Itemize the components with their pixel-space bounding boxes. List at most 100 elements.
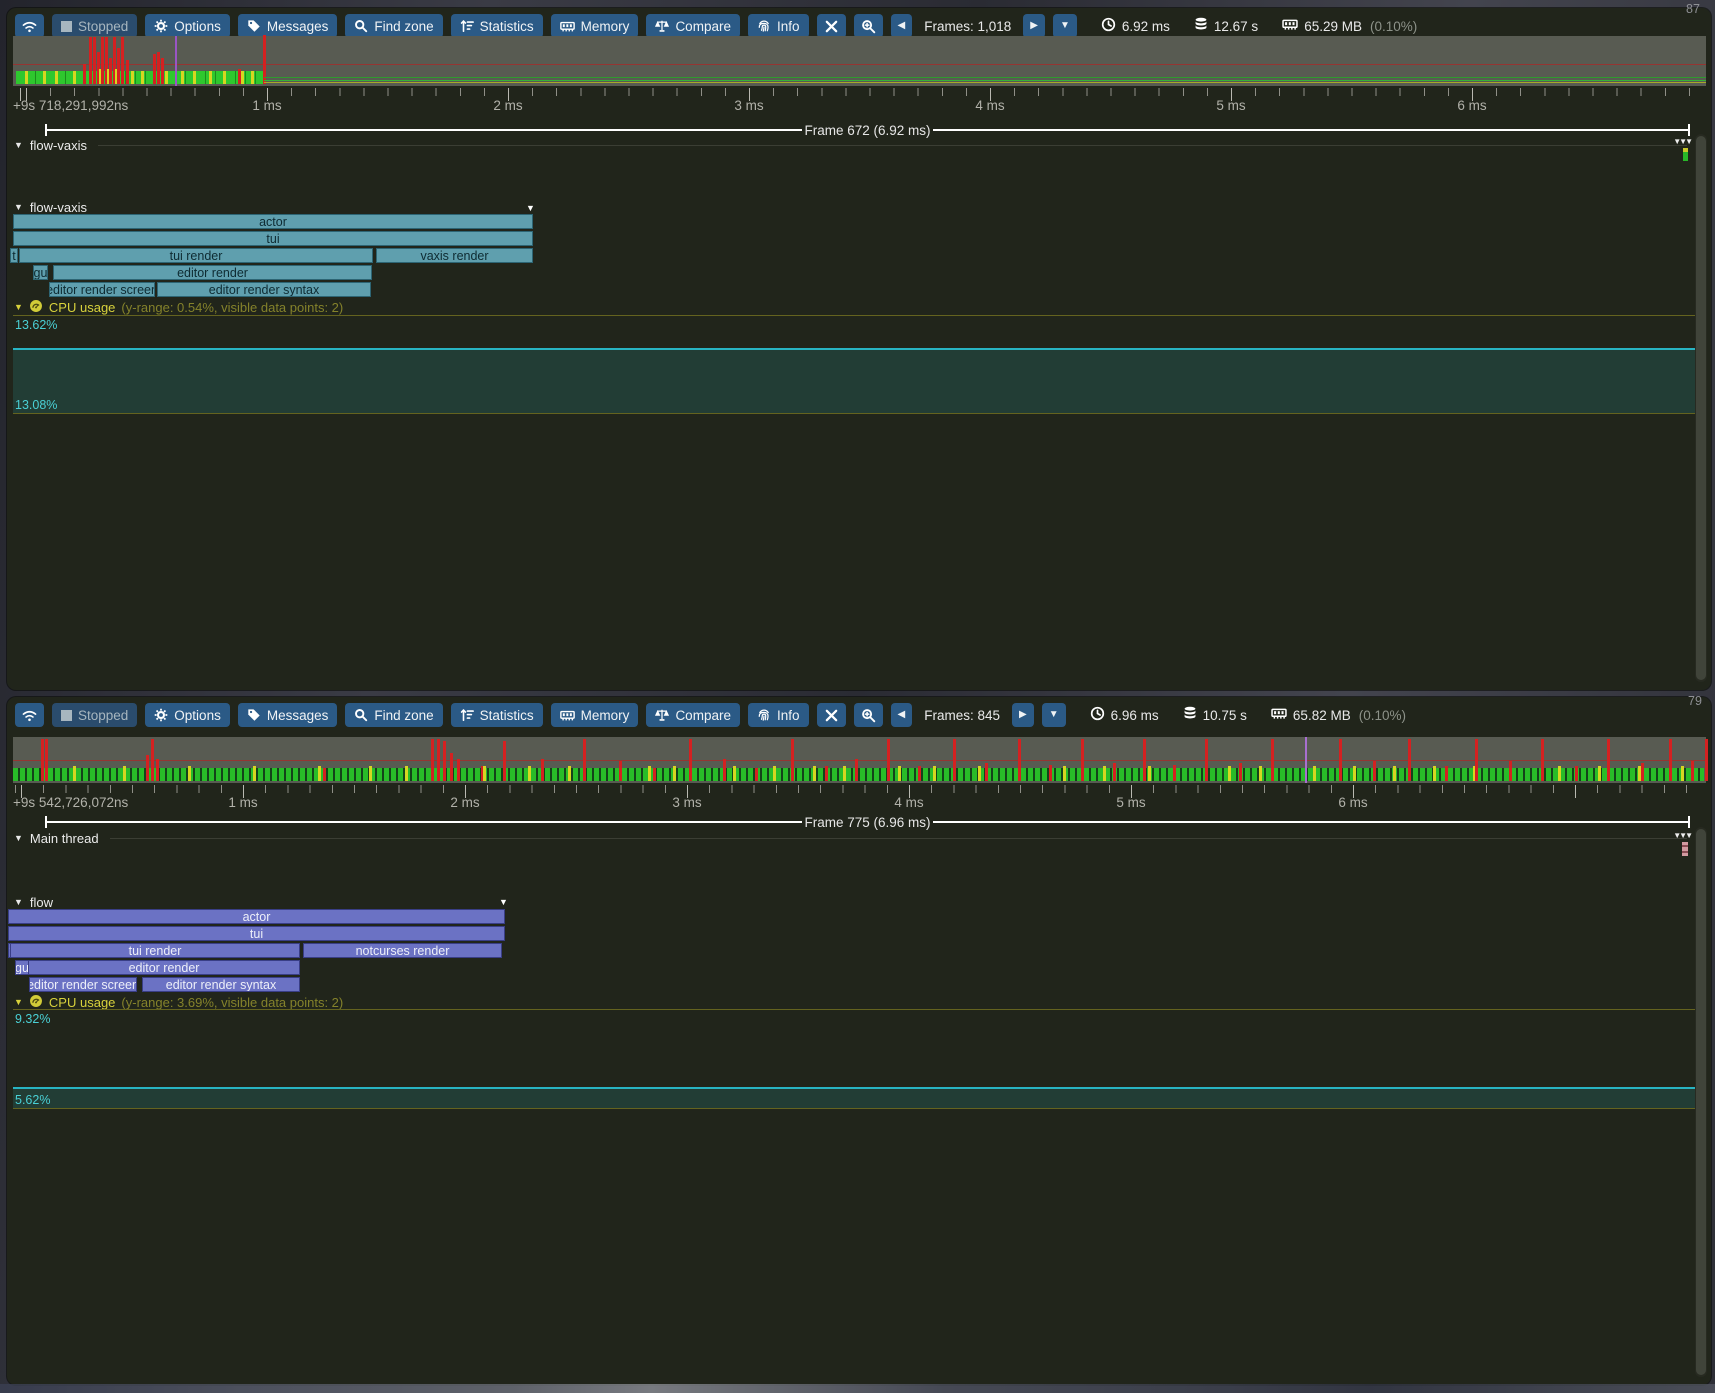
zone-actor[interactable]: actor	[13, 214, 533, 229]
zone-vaxis-render[interactable]: vaxis render	[376, 248, 533, 263]
stop-icon	[61, 21, 72, 32]
zone-gu[interactable]: gu	[15, 960, 29, 975]
cpu-usage-header[interactable]: ▼ CPU usage (y-range: 0.54%, visible dat…	[14, 300, 343, 314]
memory-button[interactable]: Memory	[551, 14, 639, 38]
cpu-bottom-line	[13, 413, 1706, 414]
memory-icon	[560, 709, 575, 722]
zone-t[interactable]: t	[10, 248, 18, 263]
zone-tui-render[interactable]: tui render	[19, 248, 373, 263]
tick-label: 6 ms	[1457, 98, 1486, 113]
cpu-area-fill	[13, 1088, 1706, 1108]
tick-label: 5 ms	[1216, 98, 1245, 113]
toolbar: Stopped Options Messages Find zone Stati…	[15, 702, 1703, 728]
ram-icon	[1282, 18, 1298, 34]
frame-dropdown-button[interactable]: ▼	[1053, 14, 1077, 38]
find-zone-button[interactable]: Find zone	[345, 703, 442, 727]
memory-usage-stat: 65.82 MB(0.10%)	[1271, 707, 1406, 723]
cpu-usage-header[interactable]: ▼ CPU usage (y-range: 3.69%, visible dat…	[14, 995, 343, 1009]
zone-editor-render-screen[interactable]: editor render screen	[29, 977, 137, 992]
zone-tui[interactable]: tui	[8, 926, 505, 941]
cpu-icon	[29, 299, 43, 316]
zone-tui[interactable]: tui	[13, 231, 533, 246]
info-button[interactable]: Info	[748, 14, 809, 38]
info-button[interactable]: Info	[748, 703, 809, 727]
vertical-scrollbar[interactable]	[1695, 134, 1707, 682]
memory-label: Memory	[581, 19, 630, 34]
time-axis[interactable]: +9s 542,726,072ns 1 ms 2 ms 3 ms 4 ms 5 …	[13, 785, 1706, 811]
fps-counter-bottom: 79	[1688, 694, 1702, 708]
offscreen-zones-marker[interactable]: ▼▼▼	[1673, 833, 1691, 856]
frame-time-graph[interactable]	[13, 36, 1706, 86]
zoom-in-button[interactable]	[854, 14, 883, 38]
thread-header-main-thread[interactable]: ▼ Main thread	[14, 831, 1687, 845]
zone-editor-render-syntax[interactable]: editor render syntax	[142, 977, 300, 992]
compare-button[interactable]: Compare	[646, 14, 740, 38]
scrollbar-thumb[interactable]	[1696, 829, 1706, 1375]
scrollbar-thumb[interactable]	[1696, 136, 1706, 680]
options-label: Options	[174, 708, 221, 723]
prev-frame-button[interactable]: ◀	[891, 703, 913, 727]
find-zone-label: Find zone	[374, 19, 433, 34]
cpu-min-value: 13.08%	[15, 398, 57, 412]
database-icon	[1183, 706, 1197, 724]
next-frame-button[interactable]: ▶	[1012, 703, 1034, 727]
offscreen-zones-marker[interactable]: ▼▼▼	[1673, 139, 1691, 161]
sort-up-icon	[460, 708, 474, 722]
thread-rule	[110, 838, 1687, 839]
fingerprint-icon	[757, 19, 771, 33]
frame-dropdown-button[interactable]: ▼	[1042, 703, 1066, 727]
cpu-usage-line	[13, 1087, 1706, 1089]
messages-button[interactable]: Messages	[238, 14, 338, 38]
zone-gu[interactable]: gu	[33, 265, 48, 280]
zone-editor-render-screen[interactable]: editor render screen	[49, 282, 155, 297]
stop-button[interactable]: Stopped	[52, 14, 137, 38]
zone-end-marker-icon: ▼	[526, 204, 535, 213]
stop-label: Stopped	[78, 708, 128, 723]
fps-counter-top: 87	[1686, 2, 1700, 16]
time-axis[interactable]: +9s 718,291,992ns 1 ms 2 ms 3 ms 4 ms 5 …	[13, 88, 1706, 114]
thread-header-flow-vaxis-2[interactable]: ▼ flow-vaxis	[14, 200, 1687, 214]
options-button[interactable]: Options	[145, 14, 230, 38]
compare-button[interactable]: Compare	[646, 703, 740, 727]
tag-icon	[247, 708, 261, 722]
zone-tui-render[interactable]: tui render	[10, 943, 300, 958]
collapse-triangle-icon: ▼	[14, 997, 23, 1007]
connection-button[interactable]	[15, 703, 44, 727]
statistics-button[interactable]: Statistics	[451, 703, 543, 727]
frame-time-graph[interactable]	[13, 737, 1706, 783]
statistics-button[interactable]: Statistics	[451, 14, 543, 38]
thread-header-flow[interactable]: ▼ flow	[14, 895, 1687, 909]
zone-editor-render[interactable]: editor render	[28, 960, 300, 975]
thread-header-flow-vaxis-1[interactable]: ▼ flow-vaxis	[14, 138, 1687, 152]
zone-editor-render-syntax[interactable]: editor render syntax	[157, 282, 371, 297]
cpu-range-note: (y-range: 0.54%, visible data points: 2)	[121, 300, 343, 315]
zone-notcurses-render[interactable]: notcurses render	[303, 943, 502, 958]
right-arrow-icon: ▶	[1030, 21, 1038, 31]
ram-icon	[1271, 707, 1287, 723]
find-zone-label: Find zone	[374, 708, 433, 723]
memory-button[interactable]: Memory	[551, 703, 639, 727]
prev-frame-button[interactable]: ◀	[891, 14, 913, 38]
frame-range-marker: Frame 775 (6.96 ms)	[45, 815, 1690, 829]
messages-button[interactable]: Messages	[238, 703, 338, 727]
zoom-in-button[interactable]	[854, 703, 883, 727]
crossed-tools-icon	[824, 19, 839, 34]
next-frame-button[interactable]: ▶	[1023, 14, 1045, 38]
desktop: { "windows": [ { "fps": "87", "toolbar":…	[0, 0, 1715, 1393]
zone-editor-render[interactable]: editor render	[53, 265, 372, 280]
zone-actor[interactable]: actor	[8, 909, 505, 924]
clock-icon	[1090, 706, 1105, 724]
options-button[interactable]: Options	[145, 703, 230, 727]
database-icon	[1194, 17, 1208, 35]
wifi-icon	[22, 20, 37, 33]
capture-time-stat: 10.75 s	[1183, 706, 1247, 724]
vertical-scrollbar[interactable]	[1695, 827, 1707, 1377]
tools-button[interactable]	[817, 14, 846, 38]
thread-name: flow-vaxis	[30, 200, 87, 215]
frame-cont-line	[264, 82, 1706, 83]
find-zone-button[interactable]: Find zone	[345, 14, 442, 38]
frame-spikes	[13, 36, 1706, 86]
stop-button[interactable]: Stopped	[52, 703, 137, 727]
connection-button[interactable]	[15, 14, 44, 38]
tools-button[interactable]	[817, 703, 846, 727]
